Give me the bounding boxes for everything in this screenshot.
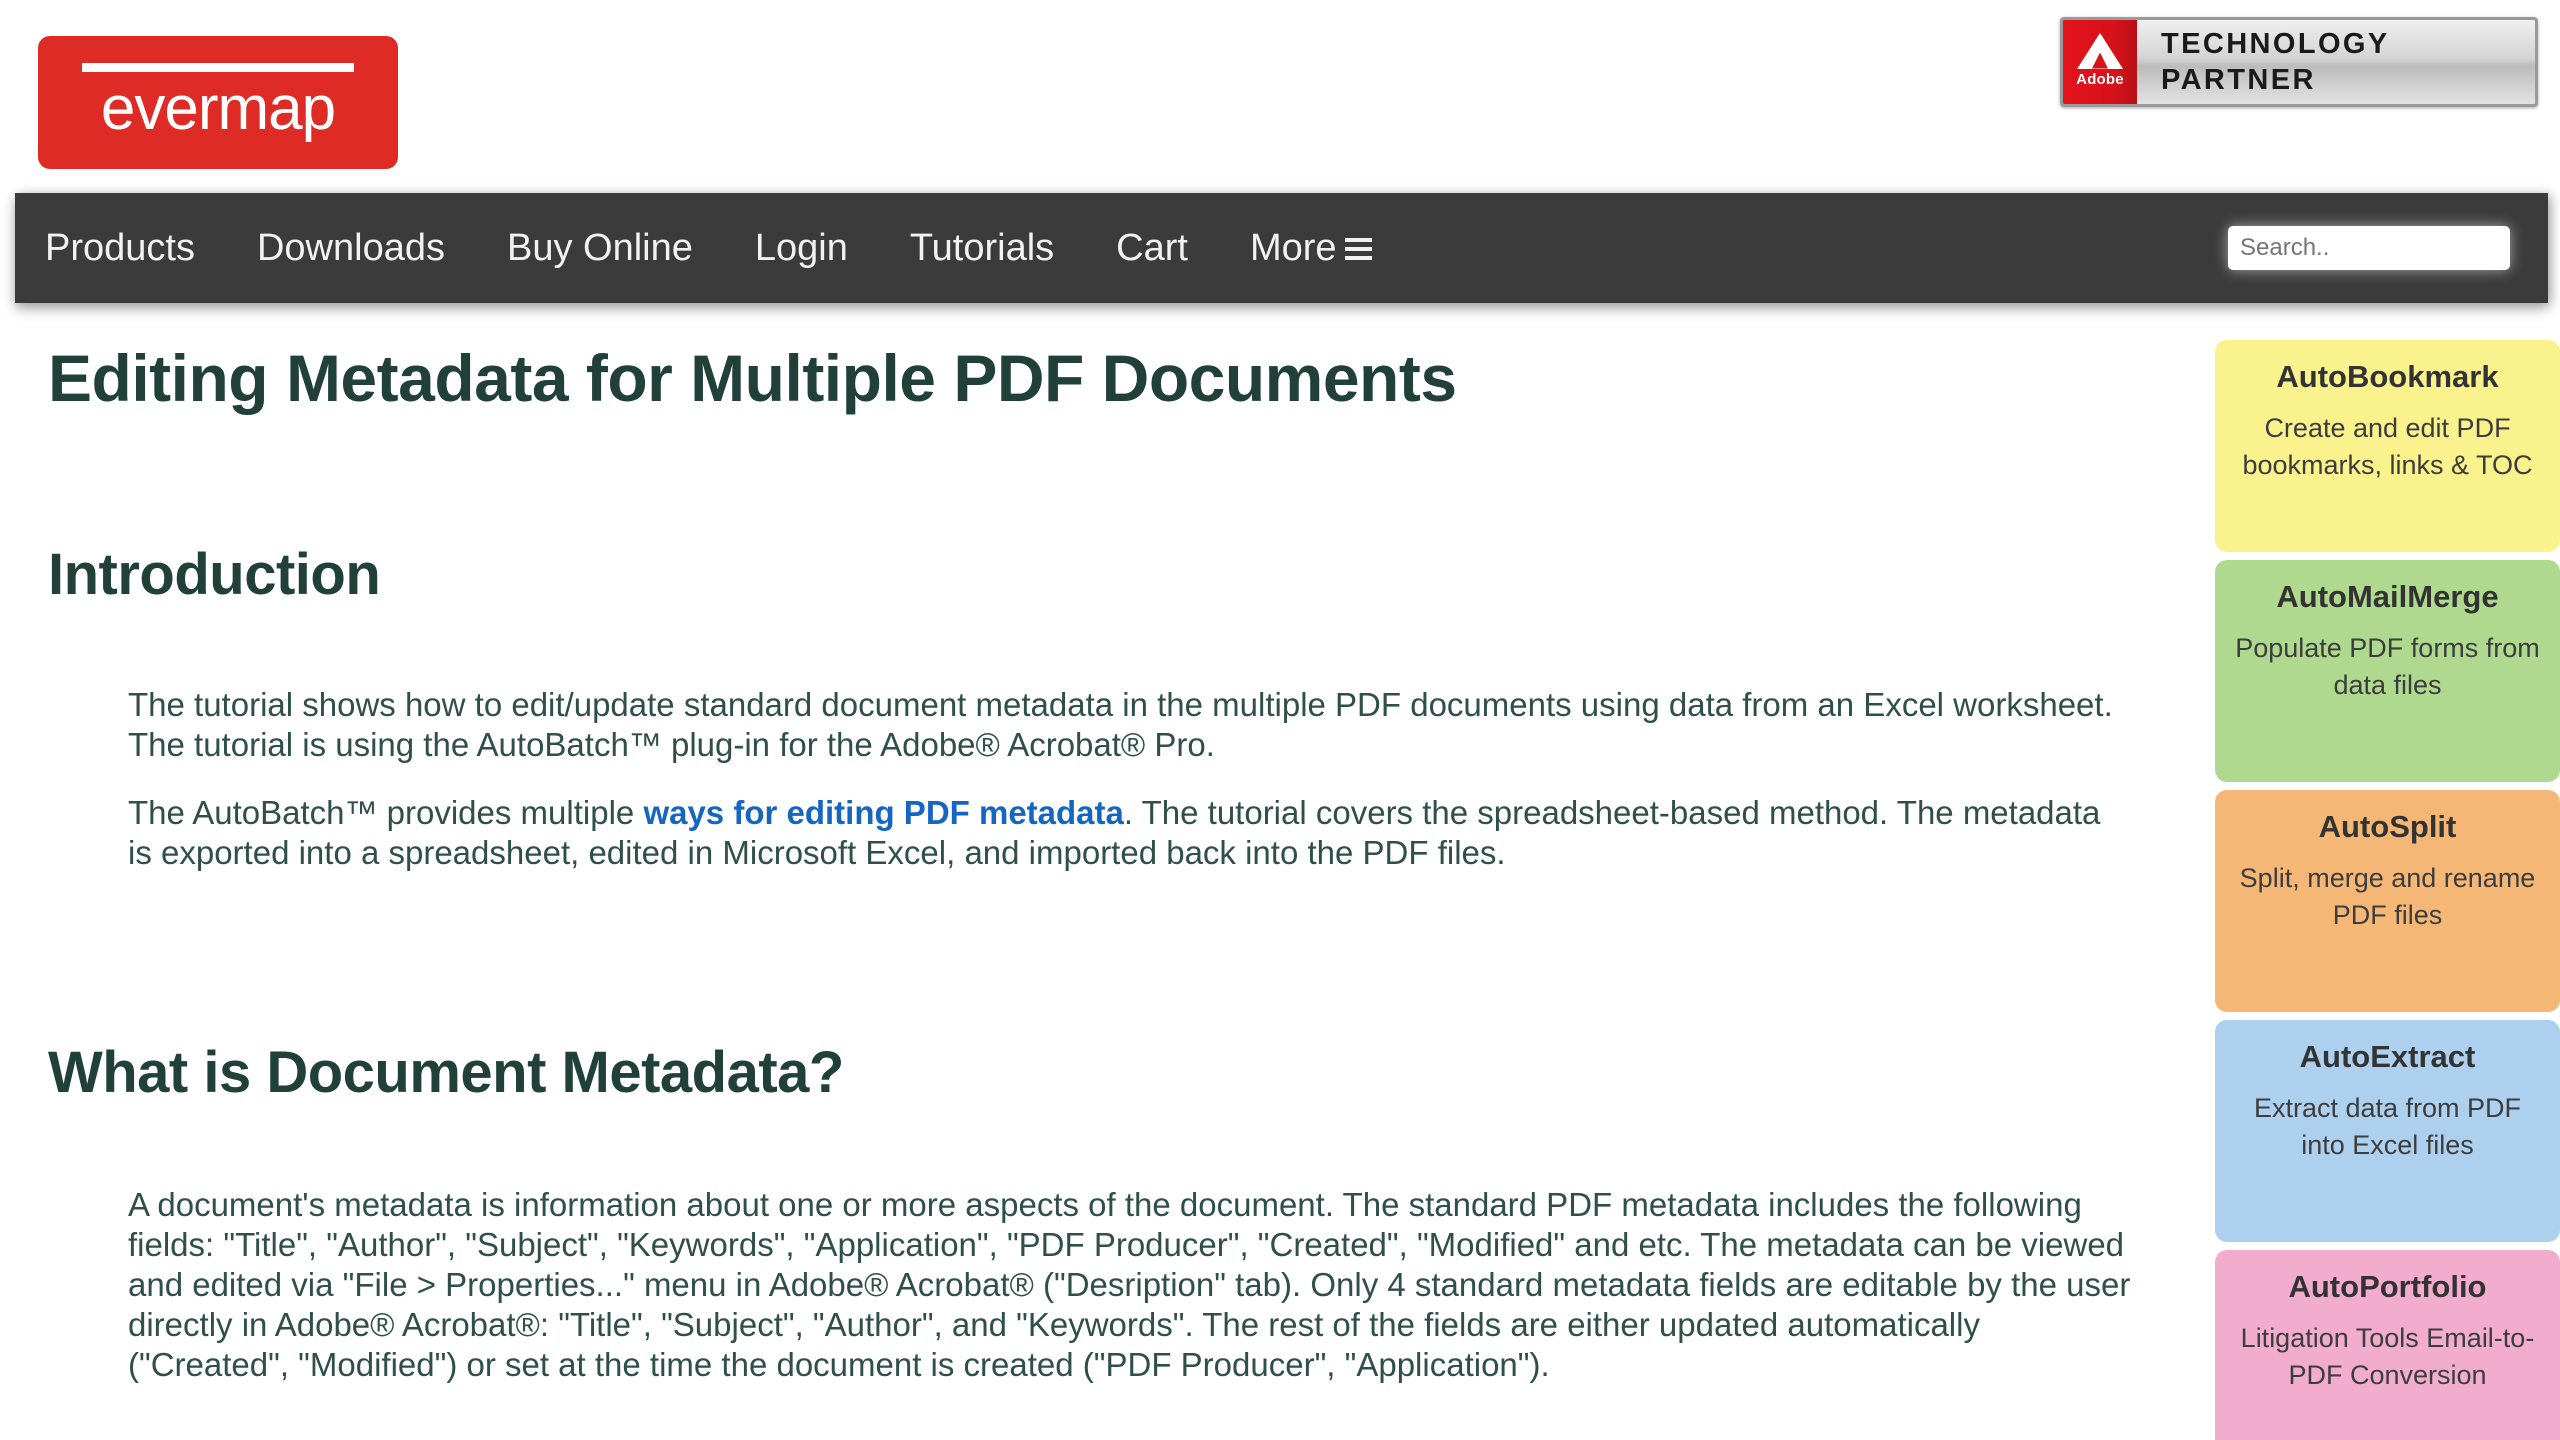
product-card-title: AutoExtract	[2299, 1039, 2476, 1074]
nav-item-products[interactable]: Products	[45, 227, 195, 269]
nav-item-buy-online[interactable]: Buy Online	[507, 227, 693, 269]
evermap-logo[interactable]: evermap	[38, 36, 398, 169]
product-card-title: AutoBookmark	[2276, 359, 2499, 394]
adobe-brand-label: Adobe	[2076, 70, 2124, 88]
search-input[interactable]	[2228, 226, 2510, 270]
product-card-title: AutoPortfolio	[2288, 1269, 2487, 1304]
paragraph-metadata-1: A document's metadata is information abo…	[128, 1185, 2132, 1385]
main-content: Editing Metadata for Multiple PDF Docume…	[0, 303, 2210, 1385]
adobe-technology-partner-badge: Adobe TECHNOLOGY PARTNER	[2060, 17, 2538, 107]
search-container	[2228, 226, 2510, 270]
product-card-description: Extract data from PDF into Excel files	[2253, 1093, 2522, 1160]
product-card-description: Populate PDF forms from data files	[2235, 633, 2540, 700]
adobe-badge-line-1: TECHNOLOGY	[2161, 28, 2390, 60]
product-card-autosplit[interactable]: AutoSplit Split, merge and rename PDF fi…	[2215, 790, 2560, 1012]
product-card-description: Litigation Tools Email-to-PDF Conversion	[2240, 1323, 2535, 1390]
link-ways-for-editing-pdf-metadata[interactable]: ways for editing PDF metadata	[643, 794, 1123, 831]
paragraph-text-before-link: The AutoBatch™ provides multiple	[128, 794, 644, 831]
product-card-description: Split, merge and rename PDF files	[2239, 863, 2536, 930]
nav-item-downloads[interactable]: Downloads	[257, 227, 445, 269]
product-sidebar: AutoBookmark Create and edit PDF bookmar…	[2215, 340, 2560, 1440]
site-header: evermap Adobe TECHNOLOGY PARTNER	[0, 0, 2560, 193]
nav-item-list: Products Downloads Buy Online Login Tuto…	[15, 227, 1434, 269]
product-card-autobookmark[interactable]: AutoBookmark Create and edit PDF bookmar…	[2215, 340, 2560, 552]
page-root: evermap Adobe TECHNOLOGY PARTNER Product…	[0, 0, 2560, 1440]
section-heading-introduction: Introduction	[48, 542, 381, 607]
product-card-automailmerge[interactable]: AutoMailMerge Populate PDF forms from da…	[2215, 560, 2560, 782]
hamburger-icon	[1344, 238, 1372, 260]
product-card-description: Create and edit PDF bookmarks, links & T…	[2242, 413, 2533, 480]
nav-item-login[interactable]: Login	[755, 227, 848, 269]
nav-item-more[interactable]: More	[1250, 227, 1372, 269]
adobe-a-glyph	[2077, 32, 2123, 69]
metadata-paragraphs: A document's metadata is information abo…	[48, 1185, 2162, 1385]
adobe-badge-text: TECHNOLOGY PARTNER	[2137, 20, 2535, 104]
page-title: Editing Metadata for Multiple PDF Docume…	[48, 341, 1457, 415]
adobe-badge-line-2: PARTNER	[2161, 64, 2316, 96]
product-card-autoextract[interactable]: AutoExtract Extract data from PDF into E…	[2215, 1020, 2560, 1242]
paragraph-text: A document's metadata is information abo…	[128, 1186, 2131, 1383]
nav-item-more-label: More	[1249, 227, 1337, 269]
paragraph-intro-2: The AutoBatch™ provides multiple ways fo…	[128, 793, 2132, 873]
nav-item-cart[interactable]: Cart	[1116, 227, 1188, 269]
logo-rule-decoration	[82, 63, 354, 72]
logo-text: evermap	[100, 74, 336, 143]
paragraph-text: The tutorial shows how to edit/update st…	[128, 686, 2113, 763]
product-card-autoportfolio[interactable]: AutoPortfolio Litigation Tools Email-to-…	[2215, 1250, 2560, 1440]
adobe-logo-icon: Adobe	[2063, 20, 2137, 104]
product-card-title: AutoSplit	[2318, 809, 2457, 844]
product-card-title: AutoMailMerge	[2276, 579, 2499, 614]
main-navigation-bar: Products Downloads Buy Online Login Tuto…	[15, 193, 2548, 303]
section-heading-what-is-document-metadata: What is Document Metadata?	[48, 1040, 844, 1105]
paragraph-intro-1: The tutorial shows how to edit/update st…	[128, 685, 2132, 765]
introduction-paragraphs: The tutorial shows how to edit/update st…	[48, 685, 2162, 873]
nav-item-tutorials[interactable]: Tutorials	[910, 227, 1054, 269]
